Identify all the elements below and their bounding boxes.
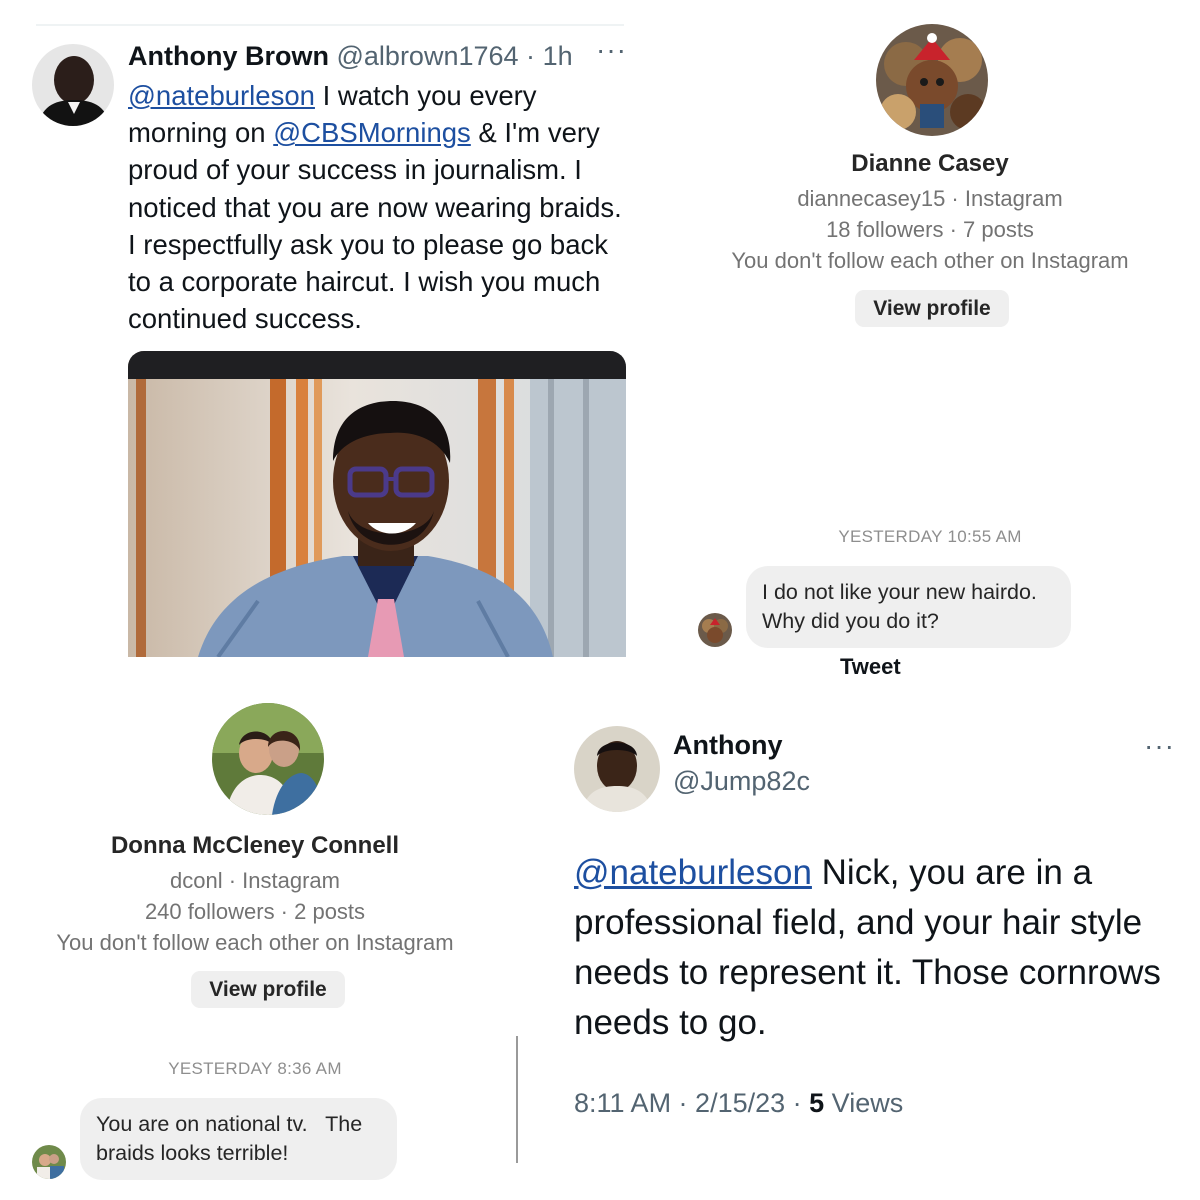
avatar[interactable] (876, 24, 988, 136)
tweet-photo[interactable] (128, 351, 626, 657)
tweet-time[interactable]: 1h (543, 41, 573, 71)
message-line: You are on national tv. The (96, 1112, 363, 1136)
username-line: diannecasey15 · Instagram (797, 186, 1063, 211)
tweet-text: @nateburleson Nick, you are in a profess… (574, 848, 1174, 1048)
message-line: braids looks terrible! (96, 1141, 289, 1165)
author-handle[interactable]: @Jump82c (673, 766, 810, 797)
instagram-dm-donna: Donna McCleney Connell dconl · Instagram… (0, 695, 510, 1200)
message-timestamp: YESTERDAY 8:36 AM (168, 1059, 342, 1078)
separator-dot: · (526, 41, 536, 71)
message-line: I do not like your new hairdo. (762, 580, 1037, 604)
more-options-icon[interactable]: ··· (1144, 730, 1175, 762)
avatar[interactable] (32, 44, 114, 126)
view-profile-button[interactable]: View profile (855, 290, 1009, 327)
divider (516, 1036, 518, 1163)
tweet-anthony: Anthony @Jump82c ··· @nateburleson Nick,… (540, 700, 1200, 1200)
tweet-meta: 8:11 AM · 2/15/23 · 5 Views (574, 1088, 903, 1119)
profile-name: Donna McCleney Connell (110, 832, 400, 859)
tweet-header: Anthony Brown @albrown1764 · 1h (128, 38, 573, 74)
follower-stats: 240 followers · 2 posts (144, 899, 366, 924)
views-count: 5 (809, 1088, 825, 1118)
tweet-separator-line (36, 24, 624, 26)
message-bubble[interactable]: I do not like your new hairdo. Why did y… (746, 566, 1071, 648)
instagram-dm-dianne: Dianne Casey diannecasey15 · Instagram 1… (660, 0, 1200, 690)
profile-name: Dianne Casey (851, 150, 1009, 177)
avatar[interactable] (212, 703, 324, 815)
message-bubble[interactable]: You are on national tv. The braids looks… (80, 1098, 397, 1180)
cropped-tweet-label: Tweet (840, 654, 901, 679)
tweet-text: @nateburleson I watch you every morning … (128, 77, 628, 337)
sender-avatar[interactable] (698, 613, 732, 647)
tweet-timestamp[interactable]: 8:11 AM · 2/15/23 · (574, 1088, 809, 1118)
username-line: dconl · Instagram (170, 868, 340, 893)
author-name[interactable]: Anthony (673, 730, 782, 761)
follow-status: You don't follow each other on Instagram (56, 930, 454, 955)
mention-link[interactable]: @nateburleson (128, 80, 315, 111)
author-name[interactable]: Anthony Brown (128, 41, 329, 71)
views-label: Views (824, 1088, 904, 1118)
follow-status: You don't follow each other on Instagram (731, 248, 1129, 273)
mention-link[interactable]: @CBSMornings (273, 117, 471, 148)
view-profile-button[interactable]: View profile (191, 971, 345, 1008)
avatar[interactable] (574, 726, 660, 812)
follower-stats: 18 followers · 7 posts (826, 217, 1034, 242)
author-handle[interactable]: @albrown1764 (337, 41, 519, 71)
mention-link[interactable]: @nateburleson (574, 853, 812, 892)
tweet-anthony-brown: Anthony Brown @albrown1764 · 1h ··· @nat… (0, 0, 640, 665)
message-line: Why did you do it? (762, 609, 939, 633)
tweet-text-part: & I'm very proud of your success in jour… (128, 117, 622, 335)
sender-avatar[interactable] (32, 1145, 66, 1179)
more-options-icon[interactable]: ··· (596, 34, 627, 66)
message-timestamp: YESTERDAY 10:55 AM (838, 527, 1022, 546)
